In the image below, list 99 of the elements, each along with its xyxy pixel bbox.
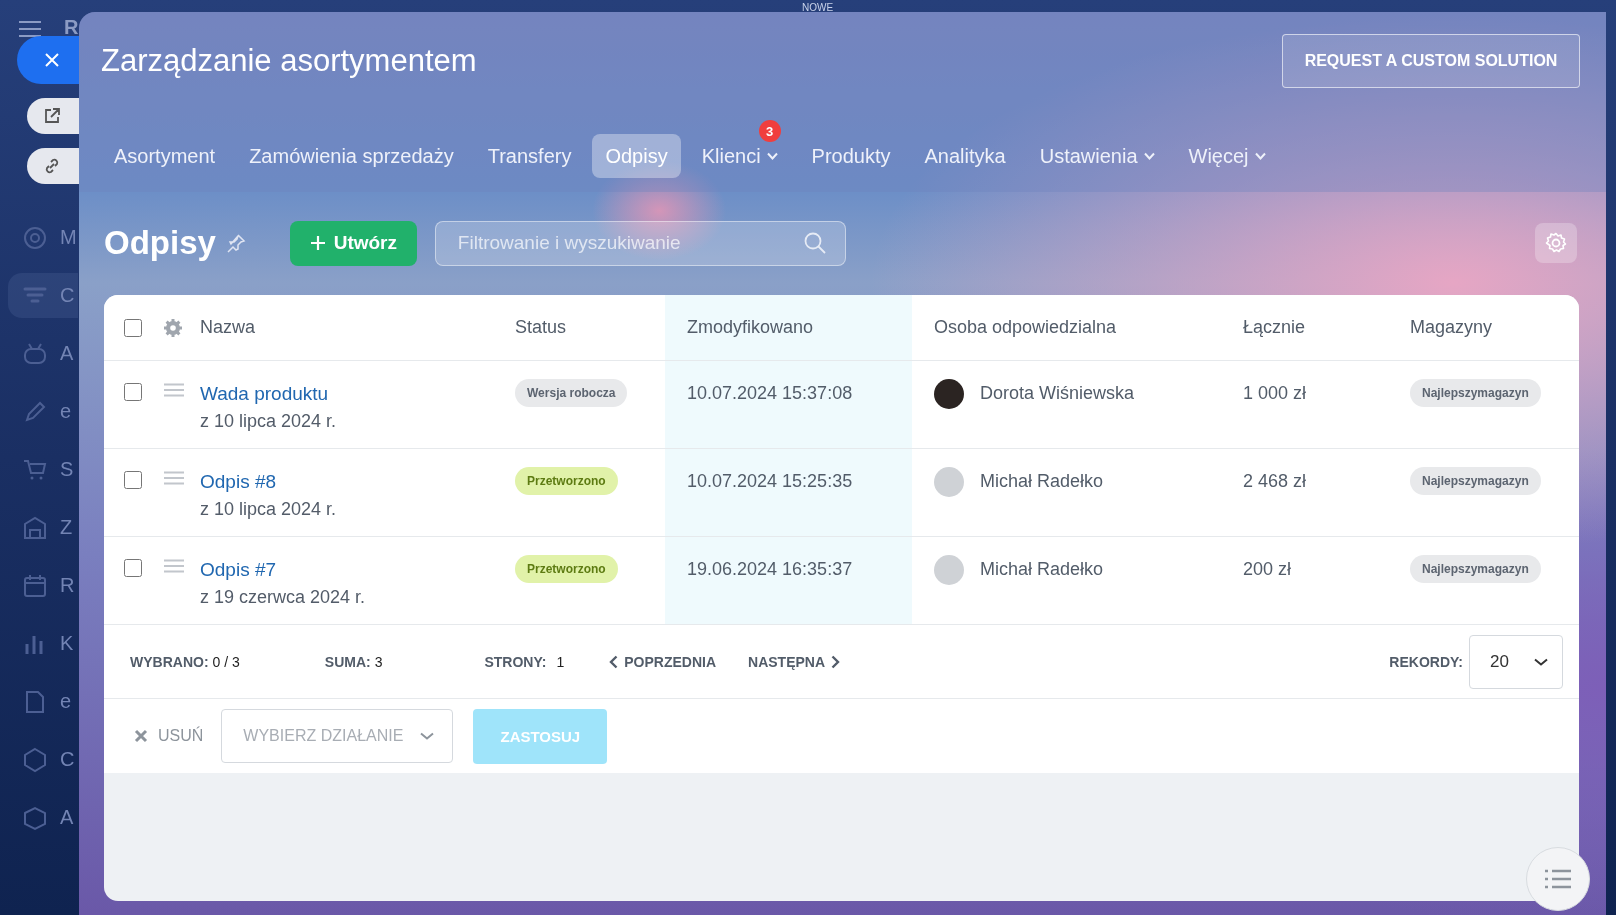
sidebar-item[interactable]: A (8, 331, 78, 376)
document-link[interactable]: Odpis #7 (200, 559, 277, 581)
sidebar-icon (22, 572, 48, 599)
sidebar-item[interactable]: Z (8, 505, 78, 550)
nav-tab[interactable]: Ustawienia (1026, 134, 1168, 178)
sidebar-item[interactable]: R (8, 563, 78, 608)
chevron-down-icon (420, 732, 435, 740)
sidebar-item[interactable]: e (8, 679, 78, 724)
status-badge: Wersja robocza (515, 379, 628, 407)
row-checkbox[interactable] (124, 383, 142, 401)
total-amount: 1 000 zł (1243, 383, 1307, 404)
document-date: z 19 czerwca 2024 r. (200, 587, 366, 608)
column-header[interactable]: Osoba odpowiedzialna (934, 317, 1117, 338)
link-icon (43, 157, 61, 175)
status-badge: Przetworzono (515, 467, 618, 495)
pin-icon[interactable] (225, 233, 246, 253)
drag-handle-icon[interactable] (164, 383, 184, 397)
row-checkbox[interactable] (124, 471, 142, 489)
footer-value: 1 (556, 653, 565, 670)
person-name: Michał Radełko (980, 559, 1104, 580)
plus-icon (309, 235, 326, 251)
menu-icon[interactable] (18, 20, 42, 38)
open-external-button[interactable] (27, 98, 79, 134)
sidebar-item[interactable]: C (8, 273, 78, 318)
total-amount: 200 zł (1243, 559, 1292, 580)
column-header[interactable]: Zmodyfikowano (687, 317, 814, 338)
avatar-placeholder (934, 467, 964, 497)
warehouse-tag: Najlepszymagazyn (1410, 555, 1541, 583)
drag-handle-icon[interactable] (164, 471, 184, 485)
menu-label: NOWE (802, 2, 834, 13)
nav-tab[interactable]: Analityka (911, 134, 1019, 178)
chevron-down-icon (1534, 657, 1548, 666)
warehouse-tag: Najlepszymagazyn (1410, 379, 1541, 407)
sidebar-item[interactable]: S (8, 447, 78, 492)
notification-badge: 3 (758, 120, 781, 142)
person-name: Dorota Wiśniewska (980, 383, 1135, 404)
nav-tab[interactable]: Asortyment (101, 134, 229, 178)
row-checkbox[interactable] (124, 559, 142, 577)
footer-value: 3 (374, 653, 383, 670)
sidebar-item[interactable]: e (8, 389, 78, 434)
document-date: z 10 lipca 2024 r. (200, 499, 337, 520)
delete-button[interactable]: USUŃ (134, 727, 204, 745)
search-field[interactable]: Filtrowanie i wyszukiwanie (434, 220, 846, 266)
status-badge: Przetworzono (515, 555, 618, 583)
footer-value: 0 / 3 (212, 653, 240, 670)
footer-label: STRONY: (484, 653, 547, 670)
sidebar-icon (22, 746, 48, 773)
settings-icon (1545, 232, 1567, 254)
sidebar-icon (22, 224, 48, 251)
modified-date: 19.06.2024 16:35:37 (687, 559, 853, 580)
avatar-placeholder (934, 555, 964, 585)
column-header[interactable]: Łącznie (1243, 317, 1306, 338)
close-icon (134, 729, 148, 743)
records-dropdown[interactable]: 20 (1469, 634, 1563, 689)
sidebar-item[interactable]: A (8, 795, 78, 840)
avatar-placeholder (934, 379, 964, 409)
column-header[interactable]: Magazyny (1410, 317, 1493, 338)
document-link[interactable]: Odpis #8 (200, 471, 277, 493)
list-icon (1545, 869, 1571, 889)
page-title: Odpisy (104, 224, 216, 262)
column-header[interactable]: Nazwa (200, 317, 256, 338)
close-button[interactable] (17, 36, 79, 84)
modified-date: 10.07.2024 15:25:35 (687, 471, 853, 492)
close-icon (45, 53, 59, 67)
person-name: Michał Radełko (980, 471, 1104, 492)
nav-tab[interactable]: Więcej (1175, 134, 1279, 178)
sidebar-item[interactable]: C (8, 737, 78, 782)
records-label: REKORDY: (1389, 653, 1463, 670)
app-title: R (64, 16, 79, 39)
document-link[interactable]: Wada produktu (200, 383, 329, 405)
footer-label: SUMA: (324, 653, 371, 670)
nav-tab[interactable]: Produkty (798, 134, 904, 178)
nav-tab[interactable]: Transfery (474, 134, 585, 178)
search-icon (803, 231, 826, 254)
chevron-right-icon (831, 654, 841, 669)
sidebar-icon (22, 804, 48, 831)
request-solution-button[interactable]: REQUEST A CUSTOM SOLUTION (1282, 34, 1580, 88)
column-header[interactable]: Status (515, 317, 567, 338)
previous-page-link[interactable]: POPRZEDNIA (609, 653, 717, 670)
sidebar-item[interactable]: K (8, 621, 78, 666)
nav-tab[interactable]: Odpisy (592, 134, 681, 178)
sidebar-item[interactable]: M (8, 215, 78, 260)
nav-tab[interactable]: Zamówienia sprzedaży (236, 134, 467, 178)
copy-link-button[interactable] (27, 148, 79, 184)
settings-icon[interactable] (164, 318, 182, 337)
chevron-left-icon (609, 654, 619, 669)
modified-date: 10.07.2024 15:37:08 (687, 383, 853, 404)
window-title: Zarządzanie asortymentem (101, 43, 477, 79)
footer-label: WYBRANO: (130, 653, 209, 670)
action-dropdown[interactable]: WYBIERZ DZIAŁANIE (221, 709, 454, 763)
create-button[interactable]: Utwórz (289, 220, 417, 266)
sidebar-icon (22, 514, 48, 541)
next-page-link[interactable]: NASTĘPNA (748, 653, 841, 670)
drag-handle-icon[interactable] (164, 559, 184, 573)
total-amount: 2 468 zł (1243, 471, 1307, 492)
select-all-checkbox[interactable] (124, 318, 142, 337)
warehouse-tag: Najlepszymagazyn (1410, 467, 1541, 495)
external-link-icon (43, 107, 61, 125)
document-date: z 10 lipca 2024 r. (200, 411, 337, 432)
